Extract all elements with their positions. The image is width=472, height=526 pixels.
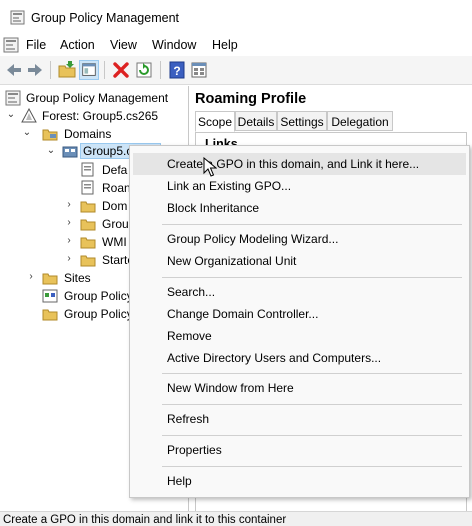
forward-icon[interactable] [25, 60, 45, 80]
menu-view[interactable]: View [110, 38, 137, 52]
tree-label: Dom [102, 199, 128, 213]
tab-delegation[interactable]: Delegation [327, 111, 393, 131]
menu-item-label: Search... [167, 285, 216, 299]
back-icon[interactable] [4, 60, 24, 80]
menu-refresh[interactable]: Refresh [133, 408, 466, 430]
tab-scope[interactable]: Scope [195, 111, 235, 132]
toolbar-separator [160, 61, 161, 79]
folder-icon [80, 255, 96, 267]
folder-up-icon[interactable] [57, 60, 77, 80]
window-title: Group Policy Management [31, 11, 179, 25]
toolbar-separator [50, 61, 51, 79]
status-bar: Create a GPO in this domain and link it … [0, 511, 472, 526]
toolbar: ? [0, 56, 472, 85]
ou-folder-icon [80, 201, 96, 213]
menu-item-label: Properties [167, 443, 222, 457]
svg-text:?: ? [173, 64, 180, 78]
menu-separator [162, 404, 462, 405]
chevron-right-icon[interactable]: › [64, 254, 74, 264]
domain-icon [62, 146, 78, 158]
tree-label: Forest: Group5.cs265 [42, 109, 159, 123]
menu-change-dc[interactable]: Change Domain Controller... [133, 303, 466, 325]
chevron-right-icon[interactable]: › [64, 218, 74, 228]
menu-item-label: Help [167, 474, 192, 488]
tree-node-domains[interactable]: ⌄ Domains [4, 125, 184, 143]
gpm-icon [5, 90, 21, 106]
menu-item-label: Change Domain Controller... [167, 307, 319, 321]
menu-item-label: Remove [167, 329, 212, 343]
menu-item-label: Active Directory Users and Computers... [167, 351, 382, 365]
modeling-icon [42, 289, 58, 303]
tree-label: Domains [64, 127, 112, 141]
folder-icon [80, 219, 96, 231]
menu-properties[interactable]: Properties [133, 439, 466, 461]
help-icon[interactable]: ? [167, 60, 187, 80]
title-bar: Group Policy Management [0, 0, 472, 34]
tree-label: Defa [102, 163, 128, 177]
menu-separator [162, 277, 462, 278]
system-menu-icon[interactable] [3, 37, 19, 53]
menu-link-existing-gpo[interactable]: Link an Existing GPO... [133, 175, 466, 197]
tree-node-root[interactable]: Group Policy Management [4, 89, 184, 107]
console-tree-icon[interactable] [79, 60, 99, 80]
tree-label: Group Policy [64, 307, 133, 321]
menu-separator [162, 466, 462, 467]
menu-separator [162, 373, 462, 374]
tree-label: Group Policy Management [26, 91, 169, 105]
tree-node-forest[interactable]: ⌄ Forest: Group5.cs265 [4, 107, 184, 125]
menu-block-inheritance[interactable]: Block Inheritance [133, 197, 466, 219]
menu-window[interactable]: Window [152, 38, 196, 52]
refresh-icon[interactable] [134, 60, 154, 80]
menu-item-label: Link an Existing GPO... [167, 179, 292, 193]
chevron-right-icon[interactable]: › [64, 200, 74, 210]
menu-modeling-wizard[interactable]: Group Policy Modeling Wizard... [133, 228, 466, 250]
menu-create-gpo[interactable]: Create a GPO in this domain, and Link it… [133, 153, 466, 175]
tab-settings[interactable]: Settings [277, 111, 327, 131]
tree-label: WMI [102, 235, 127, 249]
tree-label: Roan [102, 181, 131, 195]
tree-label: Grou [102, 217, 129, 231]
chevron-down-icon[interactable]: ⌄ [6, 110, 16, 120]
menu-item-label: Group Policy Modeling Wizard... [167, 232, 339, 246]
chevron-down-icon[interactable]: ⌄ [22, 128, 32, 138]
gpo-link-icon [81, 180, 94, 195]
folder-icon [42, 129, 58, 141]
menu-action[interactable]: Action [60, 38, 95, 52]
menu-search[interactable]: Search... [133, 281, 466, 303]
menu-item-label: Refresh [167, 412, 210, 426]
folder-icon [80, 237, 96, 249]
menu-item-label: New Organizational Unit [167, 254, 297, 268]
menu-item-label: Block Inheritance [167, 201, 260, 215]
folder-icon [42, 273, 58, 285]
menu-new-window[interactable]: New Window from Here [133, 377, 466, 399]
menu-help[interactable]: Help [133, 470, 466, 492]
tree-label: Sites [64, 271, 91, 285]
chevron-right-icon[interactable]: › [64, 236, 74, 246]
page-title: Roaming Profile [195, 91, 307, 107]
menu-item-label: New Window from Here [167, 381, 294, 395]
gpm-app-icon [10, 10, 25, 25]
menu-ad-users-computers[interactable]: Active Directory Users and Computers... [133, 347, 466, 369]
menu-remove[interactable]: Remove [133, 325, 466, 347]
mouse-cursor-icon [203, 157, 217, 177]
gpo-link-icon [81, 162, 94, 177]
context-menu: Create a GPO in this domain, and Link it… [129, 145, 470, 498]
menu-bar: File Action View Window Help [0, 34, 472, 56]
menu-separator [162, 435, 462, 436]
toolbar-separator [104, 61, 105, 79]
menu-help[interactable]: Help [212, 38, 238, 52]
properties-icon[interactable] [189, 60, 209, 80]
chevron-right-icon[interactable]: › [26, 272, 36, 282]
tree-label: Group Policy [64, 289, 133, 303]
forest-icon [21, 108, 37, 123]
delete-icon[interactable] [111, 60, 131, 80]
tab-details[interactable]: Details [235, 111, 277, 131]
menu-file[interactable]: File [26, 38, 46, 52]
menu-separator [162, 224, 462, 225]
results-icon [42, 309, 58, 321]
status-text: Create a GPO in this domain and link it … [3, 514, 287, 526]
menu-new-ou[interactable]: New Organizational Unit [133, 250, 466, 272]
chevron-down-icon[interactable]: ⌄ [46, 146, 56, 156]
